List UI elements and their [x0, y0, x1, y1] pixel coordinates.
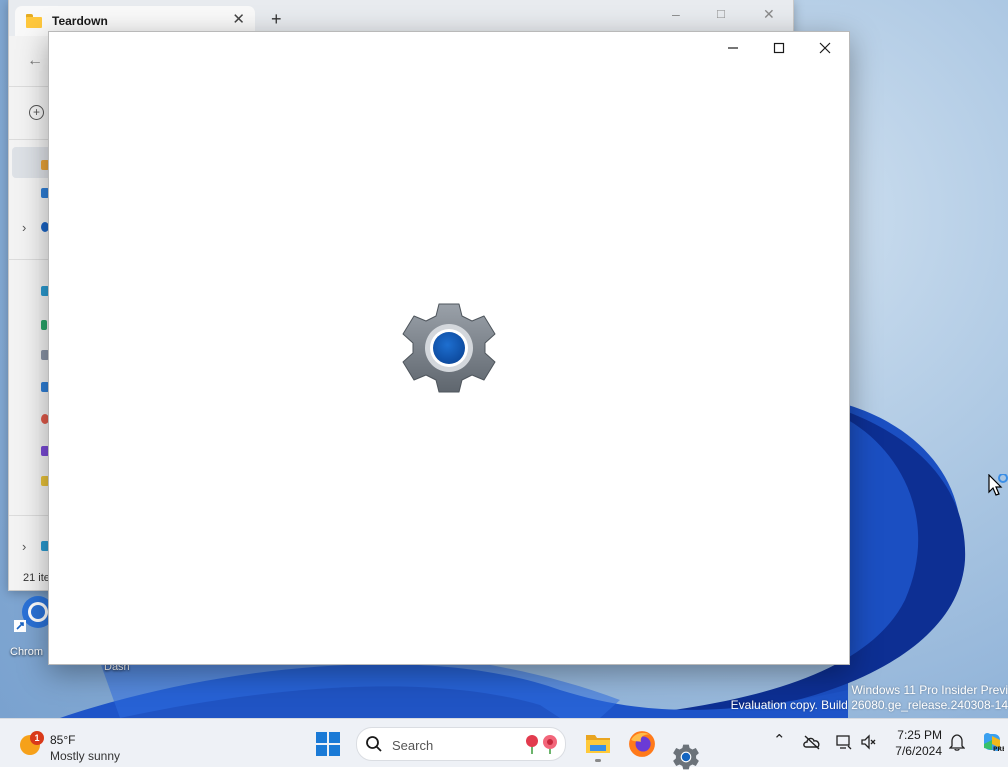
windows-logo-icon: [329, 732, 340, 743]
back-arrow-icon[interactable]: ←: [27, 52, 43, 70]
divider: [9, 259, 49, 260]
search-highlight-icon: [526, 735, 557, 754]
settings-window[interactable]: [48, 31, 850, 665]
tab-title: Teardown: [52, 14, 108, 28]
taskbar-settings[interactable]: [672, 743, 700, 771]
windows-logo-icon: [329, 745, 340, 756]
notification-bell-icon[interactable]: [949, 733, 965, 751]
evaluation-watermark: Windows 11 Pro Insider Previ Evaluation …: [731, 683, 1008, 713]
maximize-icon: [773, 42, 785, 54]
downloads-icon: [41, 320, 47, 330]
close-icon: [819, 42, 831, 54]
search-input[interactable]: [390, 734, 514, 756]
minimize-icon: [728, 47, 738, 49]
maximize-button[interactable]: [764, 40, 794, 56]
close-button[interactable]: [810, 40, 840, 56]
weather-condition: Mostly sunny: [50, 749, 121, 763]
divider: [9, 86, 49, 87]
new-item-icon[interactable]: +: [29, 105, 44, 120]
explorer-maximize-icon[interactable]: □: [717, 6, 725, 21]
chevron-right-icon[interactable]: ›: [22, 220, 26, 235]
desktop-icon-label: Chrom: [10, 646, 44, 658]
chevron-right-icon[interactable]: ›: [22, 539, 26, 554]
clock[interactable]: 7:25 PM 7/6/2024: [884, 727, 942, 759]
minimize-button[interactable]: [718, 40, 748, 56]
taskbar-file-explorer[interactable]: [584, 729, 612, 757]
windows-logo-icon: [316, 732, 327, 743]
weather-alert-badge: 1: [30, 731, 44, 745]
taskbar-search[interactable]: [356, 727, 566, 761]
item-count-status: 21 ite: [23, 572, 50, 584]
svg-text:PRE: PRE: [993, 746, 1004, 753]
divider: [9, 515, 49, 516]
windows-logo-icon: [316, 745, 327, 756]
explorer-close-icon[interactable]: ✕: [763, 6, 775, 23]
running-indicator: [595, 759, 601, 762]
new-tab-button[interactable]: +: [271, 10, 282, 28]
gear-icon: [402, 303, 496, 393]
show-hidden-icons-chevron-icon[interactable]: ⌃: [773, 731, 786, 749]
divider: [9, 139, 49, 140]
folder-icon: [26, 14, 42, 28]
clock-time: 7:25 PM: [897, 728, 942, 742]
taskbar: 1 85°F Mostly sunny Search ⌃ 7:25 PM 7/6…: [0, 718, 1008, 770]
search-icon: [366, 736, 382, 752]
network-icon[interactable]: [836, 734, 852, 750]
watermark-line: Windows 11 Pro Insider Previ: [851, 683, 1008, 697]
tab-close-button[interactable]: ✕: [232, 12, 245, 28]
volume-muted-icon[interactable]: [861, 734, 877, 750]
mouse-cursor-icon: [988, 474, 1008, 496]
copilot-icon[interactable]: PRE: [980, 730, 1004, 754]
onedrive-offline-icon[interactable]: [802, 734, 822, 750]
clock-date: 7/6/2024: [895, 744, 942, 758]
watermark-line: Evaluation copy. Build 26080.ge_release.…: [730, 698, 1008, 712]
start-button[interactable]: [316, 732, 340, 756]
taskbar-firefox[interactable]: [628, 730, 656, 758]
explorer-minimize-icon[interactable]: –: [672, 6, 680, 22]
weather-temperature: 85°F: [50, 733, 76, 747]
